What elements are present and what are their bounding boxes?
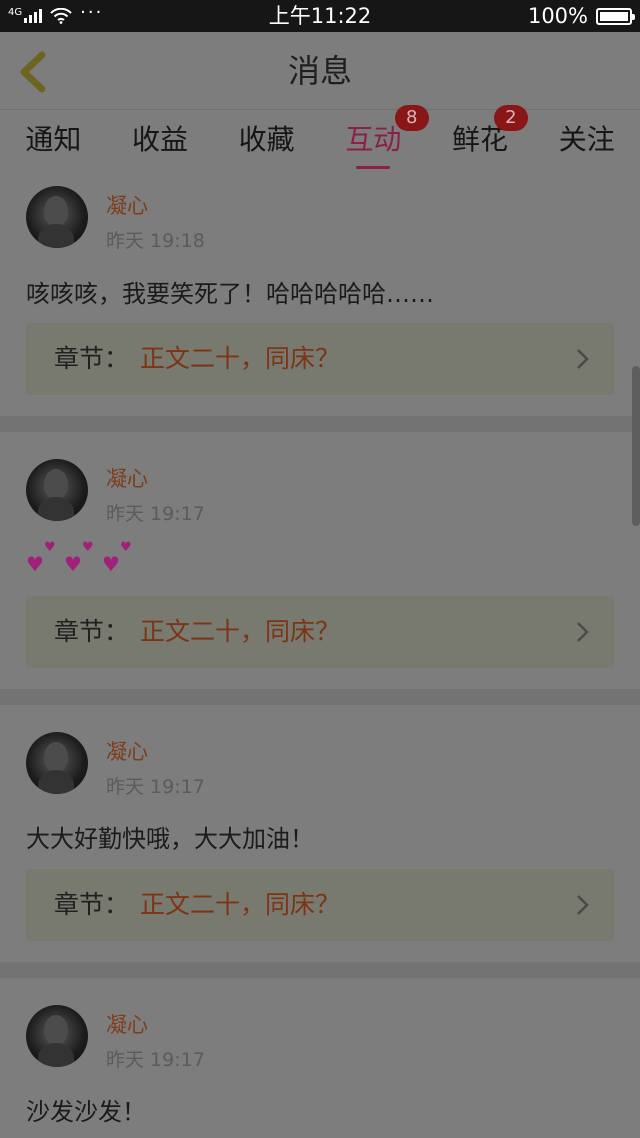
tab-label: 收藏 — [238, 123, 295, 156]
active-tab-indicator — [356, 166, 391, 169]
message-card: 凝心 昨天 19:17 沙发沙发！ — [0, 978, 640, 1138]
hearts-emoji: ♥ ♥ ♥ ♥ ♥ ♥ — [26, 540, 132, 576]
chapter-link[interactable]: 章节： 正文二十，同床？ — [26, 596, 614, 668]
divider — [0, 416, 640, 432]
battery-percent: 100% — [527, 4, 588, 28]
chapter-name: 正文二十，同床？ — [140, 344, 341, 373]
message-card: 凝心 昨天 19:18 咳咳咳，我要笑死了！哈哈哈哈哈…… 章节： 正文二十，同… — [0, 172, 640, 416]
tab-bar: 通知 收益 收藏 互动 8 鲜花 2 关注 — [0, 105, 640, 171]
status-right: 100% — [527, 0, 635, 32]
chapter-name: 正文二十，同床？ — [140, 890, 341, 919]
message-time: 昨天 19:18 — [106, 230, 205, 252]
message-time: 昨天 19:17 — [106, 1049, 205, 1071]
message-time: 昨天 19:17 — [106, 776, 205, 798]
message-card: 凝心 昨天 19:17 ♥ ♥ ♥ ♥ ♥ ♥ 章节： 正文二十，同床？ — [0, 432, 640, 689]
tab-label: 通知 — [25, 123, 82, 156]
message-text: 沙发沙发！ — [26, 1098, 146, 1126]
chevron-right-icon — [577, 349, 589, 369]
username[interactable]: 凝心 — [106, 190, 148, 220]
tab-earnings[interactable]: 收益 — [107, 111, 214, 171]
header: 消息 — [0, 32, 640, 110]
tab-flowers[interactable]: 鲜花 2 — [427, 105, 534, 171]
unread-badge: 2 — [493, 105, 528, 131]
avatar[interactable] — [26, 186, 88, 248]
unread-badge: 8 — [394, 105, 429, 131]
avatar[interactable] — [26, 1005, 88, 1067]
tab-label: 关注 — [558, 123, 615, 156]
chapter-label: 章节： — [54, 344, 130, 373]
username[interactable]: 凝心 — [106, 1009, 148, 1039]
chapter-name: 正文二十，同床？ — [140, 617, 341, 646]
chapter-label: 章节： — [54, 617, 130, 646]
tab-label: 互动 — [345, 123, 402, 156]
divider — [0, 689, 640, 705]
message-time: 昨天 19:17 — [106, 503, 205, 525]
battery-icon — [596, 7, 635, 25]
chapter-link[interactable]: 章节： 正文二十，同床？ — [26, 323, 614, 395]
scrollbar[interactable] — [632, 366, 640, 526]
username[interactable]: 凝心 — [106, 736, 148, 766]
tab-interactions[interactable]: 互动 8 — [320, 105, 429, 171]
status-bar: 4G ··· 上午11:22 100% — [0, 0, 640, 32]
tab-follow[interactable]: 关注 — [533, 111, 640, 171]
chapter-link[interactable]: 章节： 正文二十，同床？ — [26, 869, 614, 941]
chevron-right-icon — [577, 622, 589, 642]
tab-label: 收益 — [132, 123, 189, 156]
tab-favorites[interactable]: 收藏 — [213, 111, 320, 171]
page-title: 消息 — [287, 52, 352, 90]
message-text: 咳咳咳，我要笑死了！哈哈哈哈哈…… — [26, 280, 434, 308]
chapter-label: 章节： — [54, 890, 130, 919]
avatar[interactable] — [26, 459, 88, 521]
divider — [0, 962, 640, 978]
tab-notifications[interactable]: 通知 — [0, 111, 107, 171]
message-card: 凝心 昨天 19:17 大大好勤快哦，大大加油！ 章节： 正文二十，同床？ — [0, 705, 640, 962]
username[interactable]: 凝心 — [106, 463, 148, 493]
message-text: 大大好勤快哦，大大加油！ — [26, 825, 314, 853]
chevron-right-icon — [577, 895, 589, 915]
avatar[interactable] — [26, 732, 88, 794]
